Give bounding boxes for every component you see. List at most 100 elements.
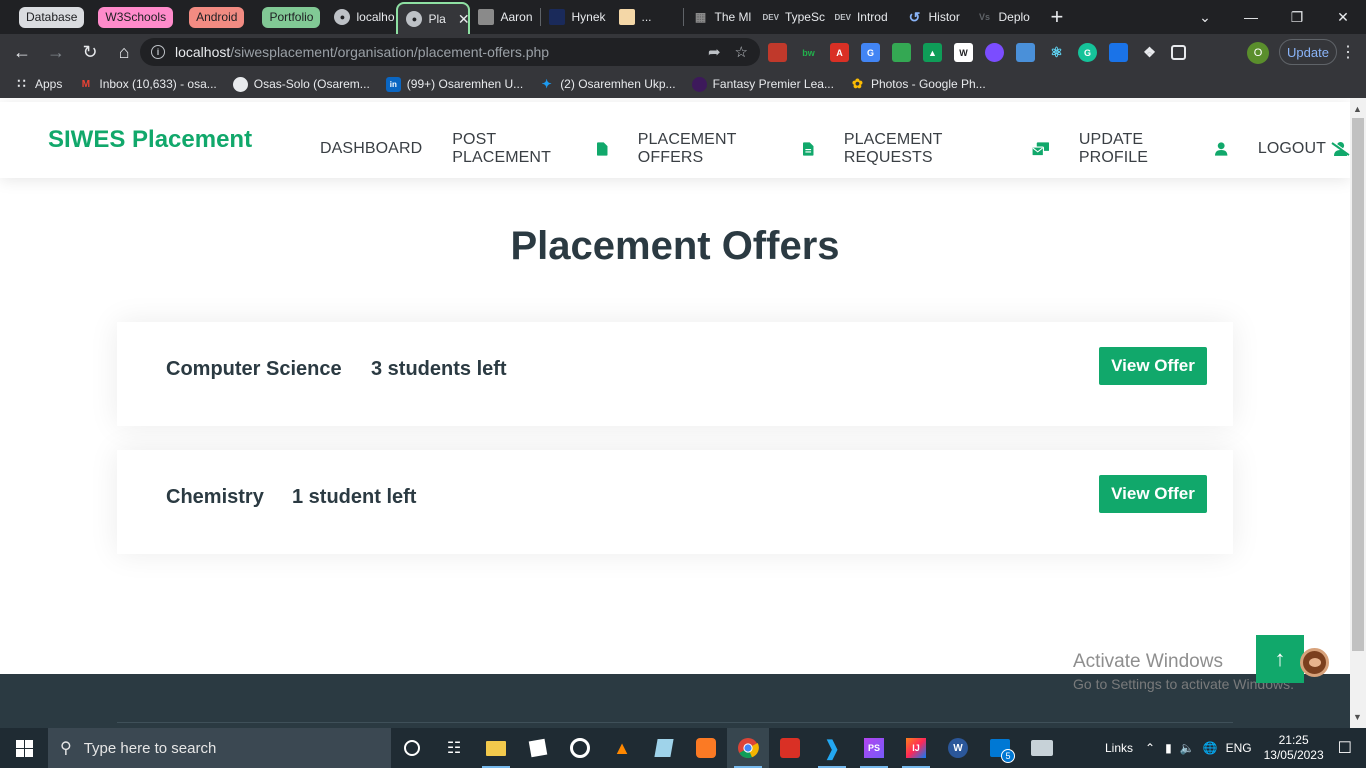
task-view-icon[interactable]: ☷ [433,728,475,768]
vlc-icon[interactable]: ▲ [601,728,643,768]
remote-desktop-icon[interactable] [1021,728,1063,768]
notes-icon[interactable] [643,728,685,768]
tab-typescript[interactable]: DEV TypeSc [754,0,826,34]
address-bar[interactable]: i localhost/siwesplacement/organisation/… [140,38,760,66]
home-icon[interactable]: ⌂ [108,36,140,68]
bookmark-star-icon[interactable]: ☆ [735,43,748,61]
language-indicator[interactable]: ENG [1226,741,1252,755]
store-icon[interactable] [517,728,559,768]
tab-history[interactable]: ↺ Histor [898,0,968,34]
share-icon[interactable]: ➦ [708,43,721,61]
bookmark-twitter[interactable]: ✦ (2) Osaremhen Ukp... [539,77,676,92]
tab-hynek[interactable]: Hynek [541,0,611,34]
extensions-row: bw A G ▲ W ⚛ G ❖ [768,43,1186,62]
back-to-top-button[interactable]: ↑ [1256,635,1304,683]
outlook-icon[interactable]: 5 [979,728,1021,768]
bookmark-gmail[interactable]: M Inbox (10,633) - osa... [78,77,217,92]
site-logo[interactable]: SIWES Placement [48,126,252,154]
bookmark-fantasy-premier-league[interactable]: Fantasy Premier Lea... [691,76,834,92]
acrobat-icon[interactable] [769,728,811,768]
scroll-up-icon[interactable]: ▲ [1353,104,1362,114]
tab-placement-active[interactable]: ● Pla ✕ [396,2,471,34]
file-icon [597,142,608,156]
word-icon[interactable]: W [937,728,979,768]
chrome-icon[interactable] [727,728,769,768]
network-icon[interactable]: 🌐 [1203,741,1218,755]
restore-icon[interactable]: ❐ [1274,0,1320,34]
bookmark-apps[interactable]: ∷ Apps [14,76,62,92]
nav-post-placement[interactable]: POST PLACEMENT [452,131,608,167]
google-drive-extension-icon[interactable]: ▲ [923,43,942,62]
nav-placement-requests[interactable]: PLACEMENT REQUESTS [844,131,1049,167]
page-scrollbar[interactable]: ▲ ▼ [1350,98,1366,728]
grammarly-icon[interactable]: G [1078,43,1097,62]
intellij-icon[interactable]: IJ [895,728,937,768]
clock[interactable]: 21:25 13/05/2023 [1264,733,1324,763]
site-info-icon[interactable]: i [151,45,165,59]
close-icon[interactable]: ✕ [458,11,469,28]
window-close-icon[interactable]: ✕ [1320,0,1366,34]
extensions-puzzle-icon[interactable]: ❖ [1140,43,1159,62]
tab-group-portfolio[interactable]: Portfolio [262,6,321,28]
volume-icon[interactable]: 🔈 [1180,741,1195,755]
side-panel-icon[interactable] [1171,45,1186,60]
forward-arrow-icon[interactable]: → [40,36,72,68]
new-tab-plus-icon[interactable]: + [1050,4,1063,30]
vscode-icon[interactable]: ❱ [811,728,853,768]
xampp-icon[interactable] [685,728,727,768]
more-options-icon[interactable]: ⋮ [1340,42,1356,62]
tab-group-android[interactable]: Android [189,6,245,28]
image-extension-icon[interactable] [1016,43,1035,62]
reload-icon[interactable]: ↻ [74,36,106,68]
nav-placement-offers[interactable]: PLACEMENT OFFERS [638,131,814,167]
phpstorm-icon[interactable]: PS [853,728,895,768]
url-text[interactable]: localhost/siwesplacement/organisation/pl… [175,44,549,60]
windows-start-icon[interactable] [0,728,48,768]
bookmark-github[interactable]: Osas-Solo (Osarem... [232,76,370,92]
tab-group-w3schools[interactable]: W3Schools [98,6,174,28]
cortana-icon[interactable] [391,728,433,768]
file-explorer-icon[interactable] [475,728,517,768]
avatar-icon [478,9,495,25]
nav-update-profile[interactable]: UPDATE PROFILE [1079,131,1228,167]
view-offer-button[interactable]: View Offer [1099,347,1207,385]
view-offer-button[interactable]: View Offer [1099,475,1207,513]
tab-deploy[interactable]: Vs Deplo [968,0,1038,34]
tab-localhost[interactable]: ● localho [326,0,396,34]
bookmark-linkedin[interactable]: in (99+) Osaremhen U... [385,76,523,92]
nav-label: POST PLACEMENT [452,131,551,166]
monkey-extension-icon[interactable] [1300,648,1329,677]
blue-extension-icon[interactable] [1109,43,1128,62]
acrobat-extension-icon[interactable]: A [830,43,849,62]
profile-avatar[interactable]: O [1247,42,1269,64]
translate-extension-icon[interactable]: G [861,43,880,62]
taskbar-search[interactable]: ⚲ Type here to search [48,728,391,768]
scroll-thumb[interactable] [1352,118,1364,651]
tab-aaron[interactable]: Aaron [470,0,540,34]
links-toolbar[interactable]: Links [1105,741,1133,755]
battery-icon[interactable]: ▮ [1165,741,1172,755]
bookmark-google-photos[interactable]: ✿ Photos - Google Ph... [850,76,986,92]
dev-icon: DEV [762,12,779,22]
extension-icon[interactable] [892,43,911,62]
nav-dashboard[interactable]: DASHBOARD [320,131,422,167]
bw-extension-icon[interactable]: bw [799,43,818,62]
tab-face[interactable]: ... [611,0,683,34]
tab-search-chevron-icon[interactable]: ⌄ [1182,0,1228,34]
update-button[interactable]: Update [1279,39,1337,65]
tab-group-database[interactable]: Database [19,6,85,28]
notifications-icon[interactable]: ☐ [1338,738,1352,758]
book-extension-icon[interactable] [768,43,787,62]
wikipedia-extension-icon[interactable]: W [954,43,973,62]
minimize-icon[interactable]: — [1228,0,1274,34]
page-viewport: SIWES Placement DASHBOARD POST PLACEMENT… [0,98,1350,728]
back-arrow-icon[interactable]: ← [6,36,38,68]
react-devtools-icon[interactable]: ⚛ [1047,43,1066,62]
tab-introduction[interactable]: DEV Introd [826,0,898,34]
scroll-down-icon[interactable]: ▼ [1353,712,1362,722]
obs-icon[interactable] [559,728,601,768]
tab-the-ml[interactable]: ▦ The Ml [684,0,754,34]
chevron-up-icon[interactable]: ⌃ [1145,741,1155,755]
nav-logout[interactable]: LOGOUT [1258,131,1350,167]
purple-circle-extension-icon[interactable] [985,43,1004,62]
